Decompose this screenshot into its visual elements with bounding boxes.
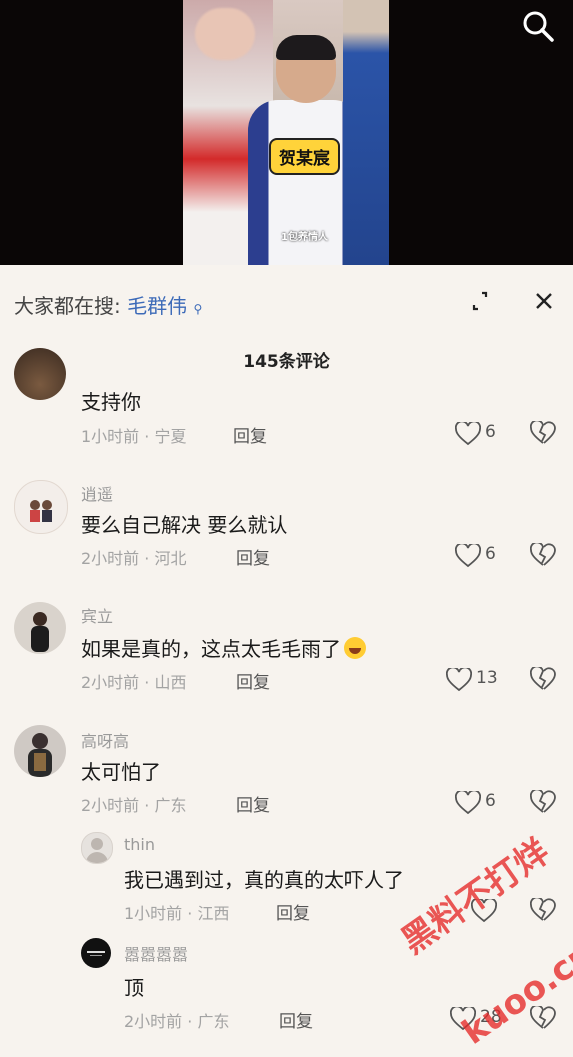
hot-search-prefix: 大家都在搜: <box>14 294 121 318</box>
avatar[interactable] <box>14 725 66 777</box>
comment-text: 顶 <box>124 976 144 1000</box>
like-button[interactable]: 6 <box>455 421 515 447</box>
like-button[interactable]: 6 <box>455 790 515 816</box>
broken-heart-icon <box>529 788 556 813</box>
comment-text: 要么自己解决 要么就认 <box>81 513 288 537</box>
video-player[interactable]: 贺某宸 1包养情人 <box>0 0 573 265</box>
hot-search-keyword[interactable]: 毛群伟 <box>127 294 187 318</box>
like-count: 13 <box>476 668 498 688</box>
comment-meta: 1小时前 · 江西 <box>124 904 230 923</box>
video-frame <box>183 0 389 265</box>
heart-icon <box>455 791 481 815</box>
close-icon[interactable] <box>528 285 560 317</box>
comment-meta: 2小时前 · 广东 <box>124 1012 230 1031</box>
comment-meta: 2小时前 · 河北 <box>81 549 187 568</box>
comment-username[interactable]: 逍遥 <box>81 481 113 505</box>
like-count: 6 <box>485 544 496 564</box>
reply-button[interactable]: 回复 <box>276 899 310 924</box>
avatar[interactable] <box>14 602 66 654</box>
reply-button[interactable]: 回复 <box>233 422 267 447</box>
comment-count: 145条评论 <box>243 352 330 372</box>
like-count: 6 <box>485 422 496 442</box>
broken-heart-icon <box>529 896 556 921</box>
like-count: 6 <box>485 791 496 811</box>
comment-text: 我已遇到过，真的真的太吓人了 <box>124 868 404 892</box>
reply-button[interactable]: 回复 <box>279 1007 313 1032</box>
heart-icon <box>455 422 481 446</box>
like-button[interactable]: 6 <box>455 543 515 569</box>
dislike-button[interactable] <box>529 788 556 816</box>
search-small-icon: ⚲ <box>193 302 203 316</box>
video-name-tag: 贺某宸 <box>269 138 340 175</box>
dislike-button[interactable] <box>529 896 556 924</box>
dislike-button[interactable] <box>529 541 556 569</box>
reply-button[interactable]: 回复 <box>236 668 270 693</box>
laughing-emoji-icon <box>344 637 366 659</box>
reply-button[interactable]: 回复 <box>236 791 270 816</box>
broken-heart-icon <box>529 419 556 444</box>
heart-icon <box>446 668 472 692</box>
comment-text: 如果是真的，这点太毛毛雨了 <box>81 633 366 662</box>
comment-meta: 1小时前 · 宁夏 <box>81 427 187 446</box>
broken-heart-icon <box>529 665 556 690</box>
search-icon[interactable] <box>521 9 555 43</box>
broken-heart-icon <box>529 541 556 566</box>
like-button[interactable]: 13 <box>446 667 506 693</box>
reply-button[interactable]: 回复 <box>236 544 270 569</box>
video-caption: 1包养情人 <box>281 232 328 243</box>
comment-text: 支持你 <box>81 390 141 414</box>
comment-text: 太可怕了 <box>81 760 161 784</box>
comment-meta: 2小时前 · 山西 <box>81 673 187 692</box>
comment-username[interactable]: 宾立 <box>81 603 113 627</box>
avatar[interactable] <box>81 832 113 864</box>
heart-icon <box>455 544 481 568</box>
avatar[interactable] <box>81 938 111 968</box>
expand-icon[interactable] <box>464 285 496 317</box>
dislike-button[interactable] <box>529 419 556 447</box>
dislike-button[interactable] <box>529 665 556 693</box>
comment-username[interactable]: thin <box>124 835 155 854</box>
comment-meta: 2小时前 · 广东 <box>81 796 187 815</box>
hot-search-bar[interactable]: 大家都在搜: 毛群伟 ⚲ <box>14 290 202 319</box>
man-figure <box>343 0 389 265</box>
comment-username[interactable]: 高呀高 <box>81 728 129 752</box>
avatar[interactable] <box>14 348 66 400</box>
comment-username[interactable]: 嚣嚣嚣嚣 <box>124 941 188 965</box>
avatar[interactable] <box>14 480 68 534</box>
